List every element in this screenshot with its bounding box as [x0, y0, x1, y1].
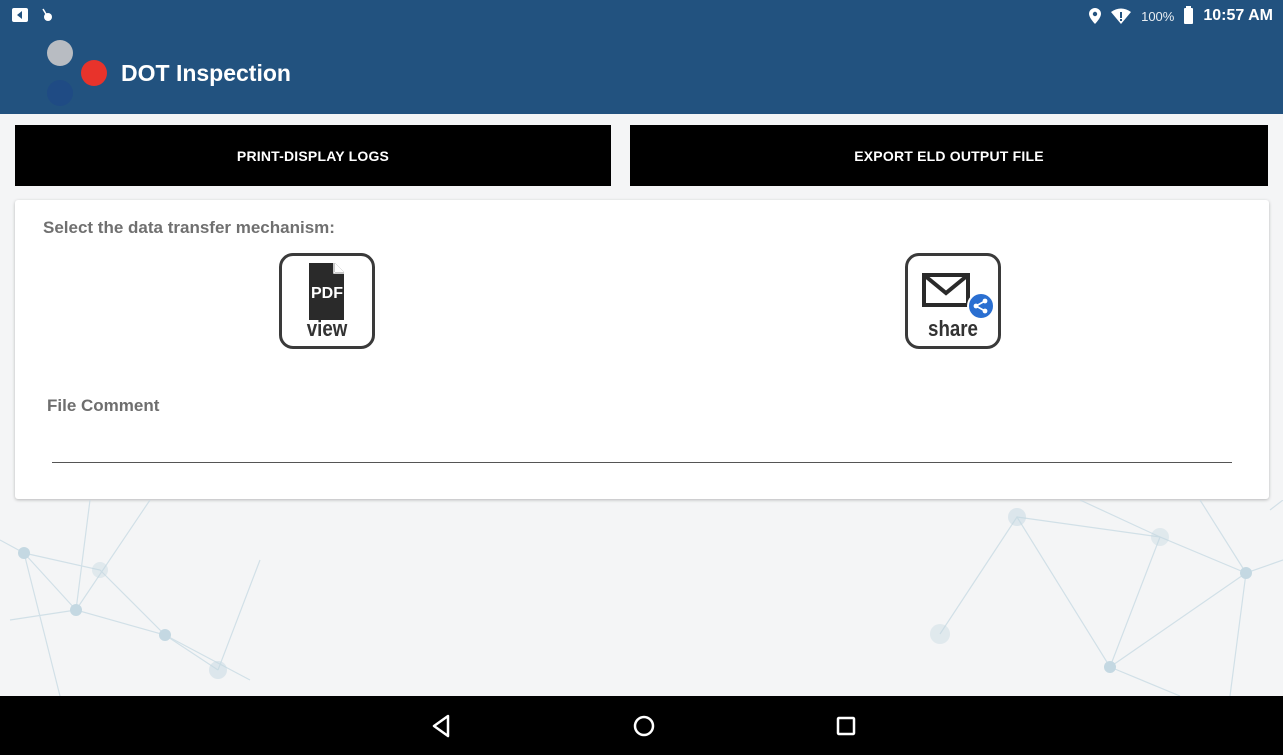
app-bar: 100% 10:57 AM DOT Inspection	[0, 0, 1283, 114]
battery-icon	[1184, 6, 1194, 24]
transfer-prompt: Select the data transfer mechanism:	[43, 218, 335, 237]
status-bar-left	[12, 8, 54, 22]
transfer-card: Select the data transfer mechanism: PDF …	[15, 200, 1269, 499]
print-display-logs-button[interactable]: PRINT-DISPLAY LOGS	[15, 125, 611, 186]
back-icon[interactable]	[428, 712, 456, 740]
file-comment-input[interactable]	[52, 432, 1232, 463]
pdf-badge: PDF	[311, 285, 343, 302]
notification-icon	[12, 8, 28, 22]
background-network-pattern	[0, 500, 1283, 696]
page-title: DOT Inspection	[121, 60, 291, 86]
email-share-icon	[922, 273, 995, 320]
pdf-view-button[interactable]: PDF view	[279, 253, 375, 349]
share-caption: share	[928, 316, 978, 341]
battery-percent: 100%	[1141, 8, 1175, 24]
location-icon	[1089, 8, 1102, 24]
recents-icon[interactable]	[832, 712, 860, 740]
navigation-bar	[0, 696, 1283, 755]
home-icon[interactable]	[630, 712, 658, 740]
app-logo	[44, 38, 114, 110]
status-bar-right: 100% 10:57 AM	[1089, 6, 1273, 25]
file-comment-label: File Comment	[47, 396, 160, 415]
clock: 10:57 AM	[1203, 7, 1273, 24]
wifi-icon	[1111, 8, 1132, 24]
export-eld-output-file-button[interactable]: EXPORT ELD OUTPUT FILE	[630, 125, 1268, 186]
email-share-button[interactable]: share	[905, 253, 1001, 349]
notification-icon-2	[42, 8, 52, 21]
pdf-view-caption: view	[306, 316, 348, 341]
